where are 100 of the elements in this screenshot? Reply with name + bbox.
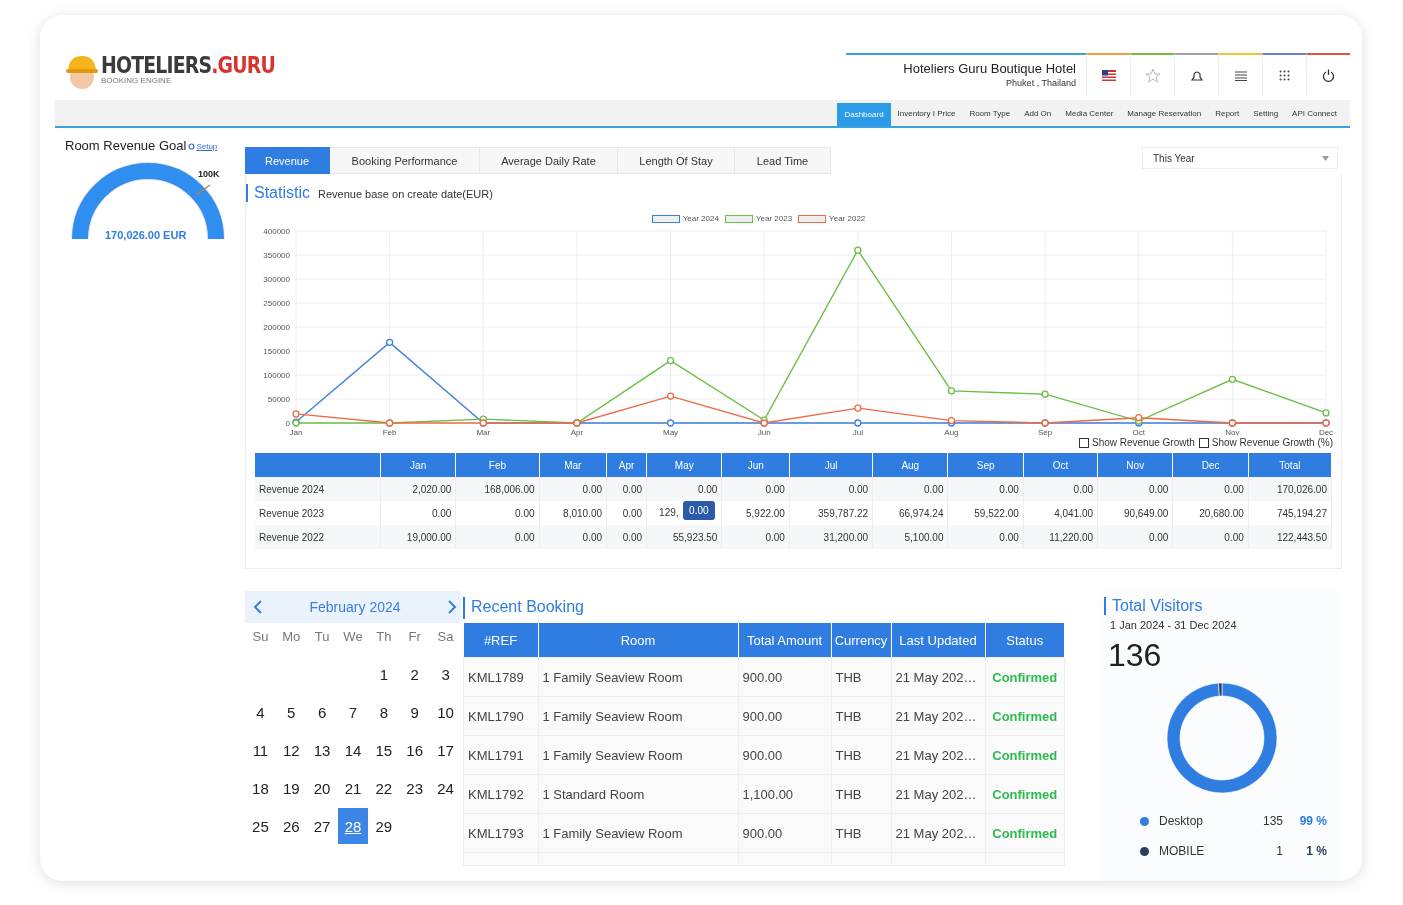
table-cell: 31,200.00: [789, 525, 873, 549]
section-title: Total Visitors: [1104, 597, 1340, 615]
column-header: Currency: [831, 623, 891, 658]
device-count: 135: [1261, 814, 1283, 828]
table-cell: KML1790: [463, 696, 538, 736]
table-cell: 0.00: [606, 477, 647, 501]
x-tick-label: Nov: [1225, 428, 1240, 437]
section-title: Statistic: [246, 184, 310, 202]
column-header: Total: [1248, 453, 1332, 477]
column-header: Sep: [947, 453, 1024, 477]
table-cell: 1 Family Seaview Room: [538, 696, 738, 736]
goal-value: 170,026.00 EUR: [105, 229, 187, 241]
column-header: Jul: [789, 453, 873, 477]
table-cell: 900.00: [738, 813, 831, 853]
table-cell: 900.00: [738, 696, 831, 736]
table-cell: THB: [831, 735, 891, 775]
table-cell: 2,020.00: [380, 477, 456, 501]
table-cell: 0.00: [872, 477, 948, 501]
x-tick-label: Oct: [1132, 428, 1145, 437]
y-tick-label: 400000: [263, 227, 290, 236]
row-label: Revenue 2024: [255, 477, 381, 501]
column-header: Oct: [1023, 453, 1098, 477]
table-cell: 0.00: [1097, 525, 1173, 549]
table-cell: 0.00: [721, 525, 790, 549]
weekday-label: Th: [375, 627, 393, 646]
table-cell: 0.00: [539, 477, 607, 501]
table-cell: 1 Family Seaview Room: [538, 735, 738, 775]
table-cell: 122,443.50: [1248, 525, 1332, 549]
table-cell: 1,100.00: [738, 774, 831, 814]
x-tick-label: Jul: [852, 428, 863, 437]
row-label: Revenue 2022: [255, 525, 381, 549]
table-cell: 0.00: [539, 525, 607, 549]
table-cell: 0.00: [947, 525, 1024, 549]
x-tick-label: Dec: [1318, 428, 1334, 437]
x-tick-label: Mar: [476, 428, 491, 437]
column-header: Nov: [1097, 453, 1173, 477]
hotel-name: Hoteliers Guru Boutique Hotel: [902, 61, 1076, 76]
device-count: 1: [1275, 844, 1283, 858]
device-percent: 1 %: [1305, 844, 1327, 858]
y-tick-label: 50000: [267, 395, 290, 404]
device-percent: 99 %: [1298, 814, 1327, 828]
table-cell: 0.00: [721, 477, 790, 501]
table-cell: 55,923.50: [646, 525, 722, 549]
hotel-location: Phuket , Thailand: [1005, 78, 1076, 88]
column-header: May: [646, 453, 722, 477]
section-subtitle: Revenue base on create date(EUR): [318, 188, 493, 200]
x-tick-label: May: [663, 428, 679, 437]
brand-tagline: BOOKING ENGINE: [101, 76, 173, 85]
y-tick-label: 300000: [263, 275, 290, 284]
table-cell: THB: [831, 813, 891, 853]
section-title: Recent Booking: [463, 597, 1065, 619]
calendar-month: February 2024: [309, 599, 401, 615]
y-tick-label: 150000: [263, 347, 290, 356]
table-cell: 900.00: [738, 657, 831, 697]
x-tick-label: Jan: [289, 428, 303, 437]
table-cell: 11,220.00: [1023, 525, 1098, 549]
visitor-total: 136: [1108, 637, 1163, 674]
table-cell: 0.00: [606, 525, 647, 549]
table-cell: THB: [831, 696, 891, 736]
column-header: Last Updated: [891, 623, 985, 658]
y-tick-label: 0: [285, 419, 290, 428]
date-range: 1 Jan 2024 - 31 Dec 2024: [1110, 619, 1238, 631]
x-tick-label: Jun: [757, 428, 771, 437]
table-cell: 1 Standard Room: [538, 774, 738, 814]
table-cell: KML1793: [463, 813, 538, 853]
table-cell: THB: [831, 657, 891, 697]
status-label: Confirmed: [985, 735, 1065, 775]
table-cell: KML1791: [463, 735, 538, 775]
x-tick-label: Aug: [944, 428, 959, 437]
table-cell: 0.00: [947, 477, 1024, 501]
table-cell: 21 May 202…: [891, 657, 985, 697]
x-tick-label: Sep: [1037, 428, 1053, 437]
table-cell: 900.00: [738, 735, 831, 775]
table-cell: 21 May 202…: [891, 735, 985, 775]
y-tick-label: 100000: [263, 371, 290, 380]
goal-title: Room Revenue Goal: [65, 138, 187, 153]
device-label: Desktop: [1159, 814, 1205, 828]
weekday-label: We: [342, 627, 364, 646]
column-header: Jan: [380, 453, 456, 477]
table-cell: 21 May 202…: [891, 813, 985, 853]
column-header: Status: [985, 623, 1065, 658]
column-header: Mar: [539, 453, 607, 477]
goal-marker-label: 100K: [198, 169, 220, 179]
status-label: Confirmed: [985, 696, 1065, 736]
table-cell: 0.00: [789, 477, 873, 501]
column-header: Jun: [721, 453, 790, 477]
column-header: Dec: [1172, 453, 1249, 477]
table-cell: 170,026.00: [1248, 477, 1332, 501]
status-label: Confirmed: [985, 774, 1065, 814]
column-header: Room: [538, 623, 738, 658]
y-tick-label: 200000: [263, 323, 290, 332]
table-cell: THB: [831, 774, 891, 814]
table-cell: 0.00: [1097, 477, 1173, 501]
table-cell: 21 May 202…: [891, 774, 985, 814]
table-cell: 19,000.00: [380, 525, 456, 549]
y-tick-label: 350000: [263, 251, 290, 260]
column-header: Feb: [455, 453, 539, 477]
weekday-label: Su: [251, 627, 270, 646]
column-header: Total Amount: [738, 623, 831, 658]
column-header: Apr: [606, 453, 647, 477]
